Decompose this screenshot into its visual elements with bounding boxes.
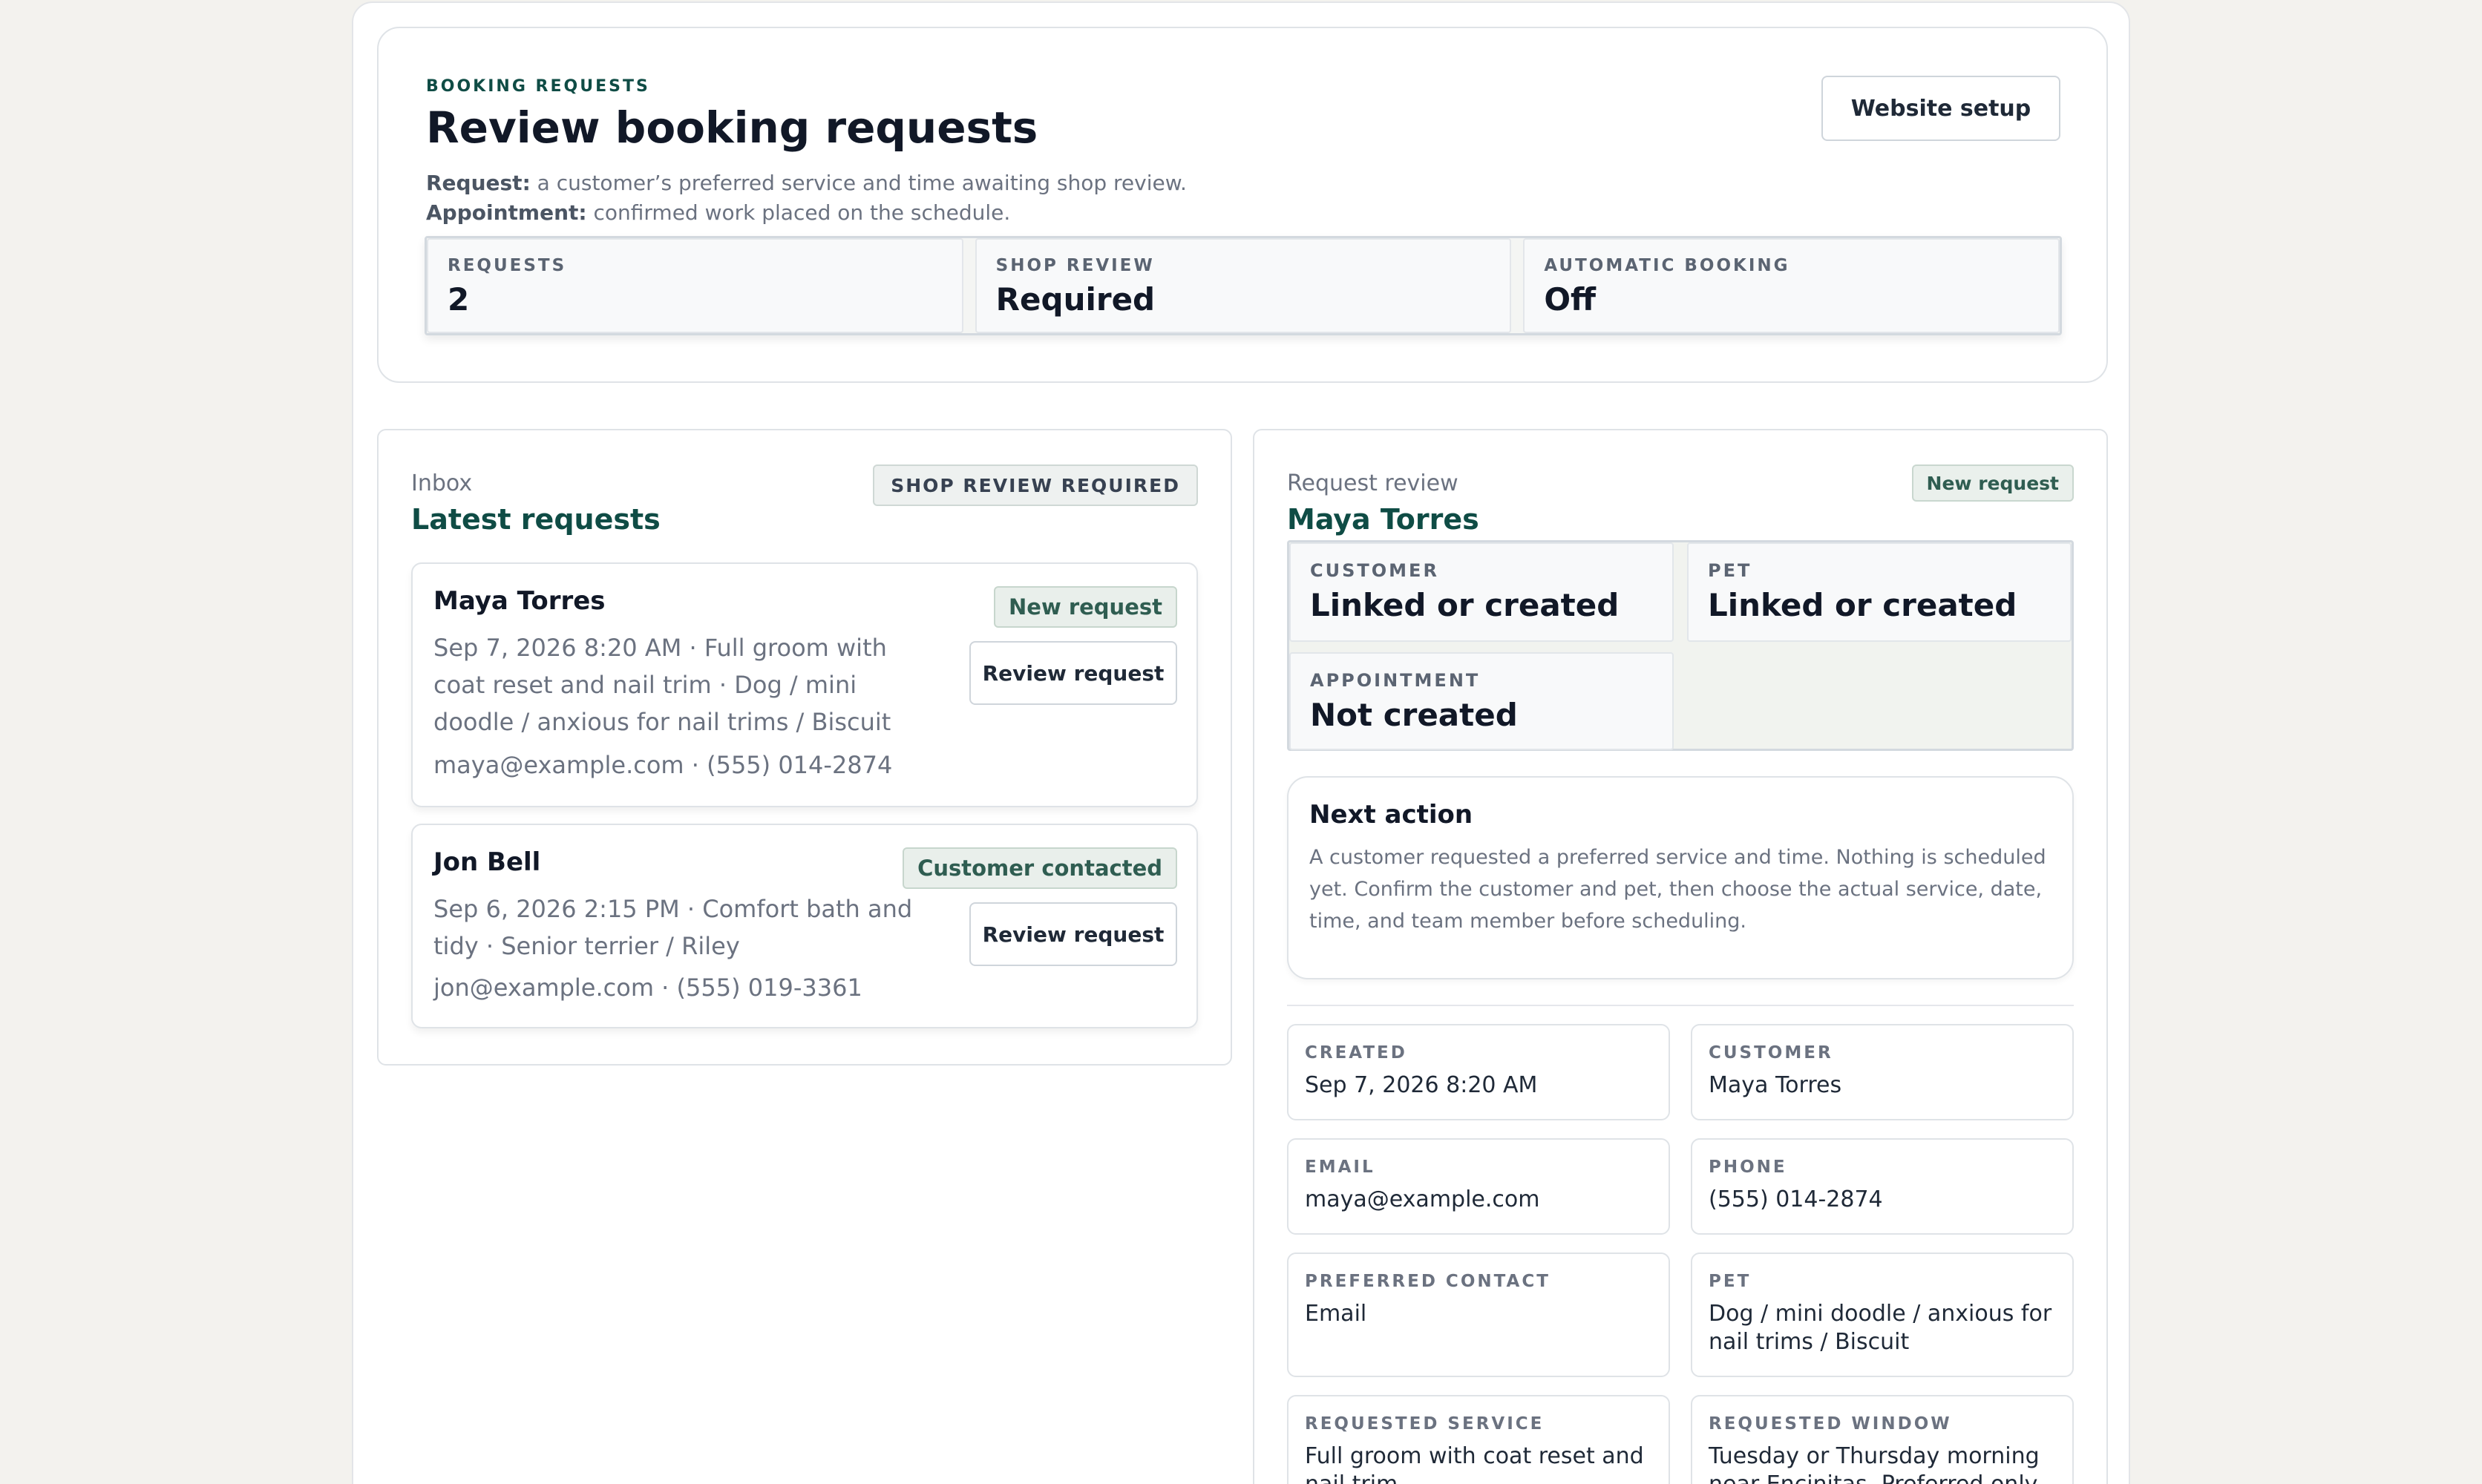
field-requested-service: REQUESTED SERVICE Full groom with coat r…	[1287, 1395, 1670, 1484]
header-card: BOOKING REQUESTS Review booking requests…	[377, 27, 2108, 383]
appointment-definition: Appointment: confirmed work placed on th…	[426, 200, 1010, 225]
page-title: Review booking requests	[426, 102, 1038, 153]
link-label: APPOINTMENT	[1310, 670, 1481, 691]
field-created: CREATED Sep 7, 2026 8:20 AM	[1287, 1024, 1670, 1120]
request-customer-name: Jon Bell	[433, 847, 541, 877]
field-label: CUSTOMER	[1709, 1043, 1833, 1063]
field-value: Maya Torres	[1709, 1072, 1842, 1098]
request-details: Sep 6, 2026 2:15 PM · Comfort bath and t…	[433, 895, 913, 960]
request-definition-text: a customer’s preferred service and time …	[530, 171, 1187, 195]
app-shell: BOOKING REQUESTS Review booking requests…	[352, 1, 2130, 1484]
shop-review-required-badge: SHOP REVIEW REQUIRED	[873, 464, 1198, 506]
field-customer: CUSTOMER Maya Torres	[1691, 1024, 2074, 1120]
field-label: EMAIL	[1305, 1158, 1375, 1177]
review-kicker: Request review	[1287, 470, 1458, 496]
field-requested-window: REQUESTED WINDOW Tuesday or Thursday mor…	[1691, 1395, 2074, 1484]
field-label: PREFERRED CONTACT	[1305, 1272, 1551, 1291]
request-definition: Request: a customer’s preferred service …	[426, 171, 1187, 195]
request-card-maya-torres[interactable]: Maya Torres New request Sep 7, 2026 8:20…	[411, 562, 1198, 807]
appointment-term: Appointment:	[426, 200, 587, 225]
stat-value: 2	[448, 281, 470, 318]
inbox-panel: Inbox Latest requests SHOP REVIEW REQUIR…	[377, 429, 1232, 1066]
field-value: Sep 7, 2026 8:20 AM	[1305, 1072, 1538, 1098]
field-label: CREATED	[1305, 1043, 1407, 1063]
field-value: Full groom with coat reset and nail trim	[1305, 1443, 1644, 1484]
link-pet: PET Linked or created	[1687, 542, 2072, 642]
next-action-box: Next action A customer requested a prefe…	[1287, 776, 2074, 979]
field-value: (555) 014-2874	[1709, 1186, 1883, 1212]
website-setup-button[interactable]: Website setup	[1821, 76, 2060, 141]
page-eyebrow: BOOKING REQUESTS	[426, 77, 650, 96]
field-value: Tuesday or Thursday morning near Encinit…	[1709, 1443, 2040, 1484]
request-status-badge: New request	[994, 586, 1177, 628]
stat-requests: REQUESTS 2	[427, 238, 963, 333]
field-value: Dog / mini doodle / anxious for nail tri…	[1709, 1301, 2052, 1355]
request-review-panel: Request review Maya Torres New request C…	[1253, 429, 2108, 1484]
record-link-grid: CUSTOMER Linked or created PET Linked or…	[1287, 540, 2074, 751]
field-label: PET	[1709, 1272, 1752, 1291]
request-card-jon-bell[interactable]: Jon Bell Customer contacted Sep 6, 2026 …	[411, 824, 1198, 1028]
field-phone: PHONE (555) 014-2874	[1691, 1138, 2074, 1235]
field-value: maya@example.com	[1305, 1186, 1540, 1212]
field-label: REQUESTED SERVICE	[1305, 1414, 1545, 1434]
field-value: Email	[1305, 1301, 1367, 1327]
stat-automatic-booking: AUTOMATIC BOOKING Off	[1523, 238, 2060, 333]
link-label: PET	[1708, 560, 1752, 581]
field-label: REQUESTED WINDOW	[1709, 1414, 1952, 1434]
stat-value: Off	[1544, 281, 1597, 318]
link-value: Linked or created	[1708, 587, 2017, 623]
request-contact: jon@example.com · (555) 019-3361	[433, 974, 862, 1002]
review-customer-title: Maya Torres	[1287, 503, 1479, 536]
review-request-button[interactable]: Review request	[969, 641, 1177, 705]
request-status-badge: Customer contacted	[903, 847, 1177, 889]
appointment-definition-text: confirmed work placed on the schedule.	[586, 200, 1011, 225]
field-preferred-contact: PREFERRED CONTACT Email	[1287, 1252, 1670, 1377]
field-label: PHONE	[1709, 1158, 1787, 1177]
stats-bar: REQUESTS 2 SHOP REVIEW Required AUTOMATI…	[425, 236, 2062, 335]
request-term: Request:	[426, 171, 531, 195]
next-action-title: Next action	[1309, 800, 1473, 830]
link-customer: CUSTOMER Linked or created	[1289, 542, 1674, 642]
link-label: CUSTOMER	[1310, 560, 1439, 581]
field-email: EMAIL maya@example.com	[1287, 1138, 1670, 1235]
stat-label: AUTOMATIC BOOKING	[1544, 256, 1790, 275]
request-customer-name: Maya Torres	[433, 586, 606, 616]
next-action-text: A customer requested a preferred service…	[1309, 846, 2046, 933]
review-request-button[interactable]: Review request	[969, 902, 1177, 966]
link-value: Not created	[1310, 697, 1518, 733]
stat-label: SHOP REVIEW	[995, 256, 1155, 275]
link-appointment: APPOINTMENT Not created	[1289, 652, 1674, 750]
stat-value: Required	[995, 281, 1156, 318]
link-value: Linked or created	[1310, 587, 1620, 623]
request-contact: maya@example.com · (555) 014-2874	[433, 751, 893, 779]
section-divider	[1287, 1005, 2074, 1006]
stat-shop-review: SHOP REVIEW Required	[975, 238, 1512, 333]
inbox-title: Latest requests	[411, 503, 661, 536]
review-status-badge: New request	[1911, 464, 2074, 502]
request-details: Sep 7, 2026 8:20 AM · Full groom with co…	[433, 634, 891, 736]
stat-label: REQUESTS	[448, 256, 567, 275]
field-pet: PET Dog / mini doodle / anxious for nail…	[1691, 1252, 2074, 1377]
inbox-kicker: Inbox	[411, 470, 473, 496]
